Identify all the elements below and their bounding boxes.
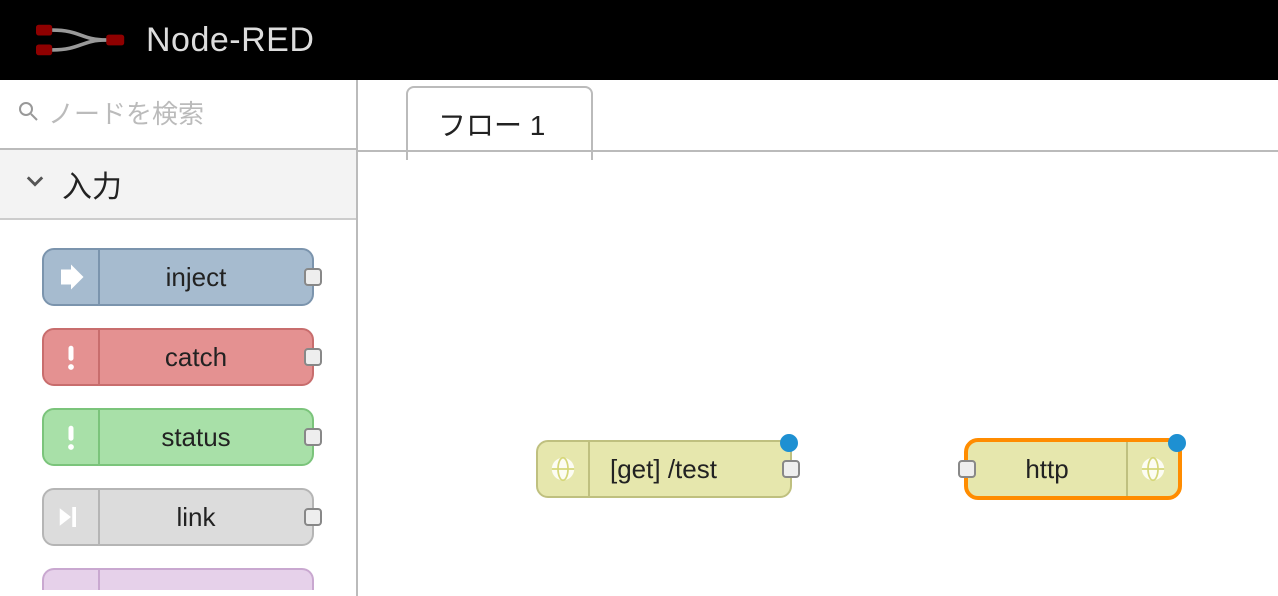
node-output-port[interactable] (304, 268, 322, 286)
changed-indicator-icon (780, 434, 798, 452)
canvas-node-http-response[interactable]: http (966, 440, 1180, 498)
app-header: Node-RED (0, 0, 1278, 80)
palette-category-label: 入力 (62, 162, 122, 206)
node-output-port[interactable] (304, 348, 322, 366)
node-red-logo-icon (36, 20, 126, 60)
palette-sidebar: 入力 inject catch status (0, 80, 358, 596)
tab-strip (358, 150, 1278, 152)
alert-icon (44, 410, 100, 464)
palette-search-row (0, 80, 356, 150)
node-icon (44, 570, 100, 590)
palette-node-label: link (100, 502, 312, 533)
palette-node-status[interactable]: status (42, 408, 314, 466)
palette-node-label: inject (100, 262, 312, 293)
node-output-port[interactable] (304, 428, 322, 446)
globe-icon (538, 442, 590, 496)
palette-node-label: status (100, 422, 312, 453)
flow-tab[interactable]: フロー 1 (406, 86, 593, 160)
palette-search-input[interactable] (48, 99, 383, 130)
palette-node-label: catch (100, 342, 312, 373)
palette-node-catch[interactable]: catch (42, 328, 314, 386)
alert-icon (44, 330, 100, 384)
palette-node-partial[interactable] (42, 568, 314, 590)
palette-node-link[interactable]: link (42, 488, 314, 546)
search-icon (18, 101, 38, 127)
link-in-icon (44, 490, 100, 544)
flow-workspace[interactable]: フロー 1 [get] /test http (358, 80, 1278, 596)
globe-icon (1126, 442, 1178, 496)
palette-category-input[interactable]: 入力 (0, 150, 356, 220)
node-input-port[interactable] (958, 460, 976, 478)
inject-icon (44, 250, 100, 304)
chevron-down-icon (26, 172, 44, 196)
node-output-port[interactable] (782, 460, 800, 478)
node-output-port[interactable] (304, 508, 322, 526)
canvas-node-label: http (968, 454, 1126, 485)
app-title: Node-RED (146, 21, 314, 60)
canvas-node-http-in[interactable]: [get] /test (536, 440, 792, 498)
changed-indicator-icon (1168, 434, 1186, 452)
canvas-node-label: [get] /test (590, 454, 790, 485)
palette-node-inject[interactable]: inject (42, 248, 314, 306)
